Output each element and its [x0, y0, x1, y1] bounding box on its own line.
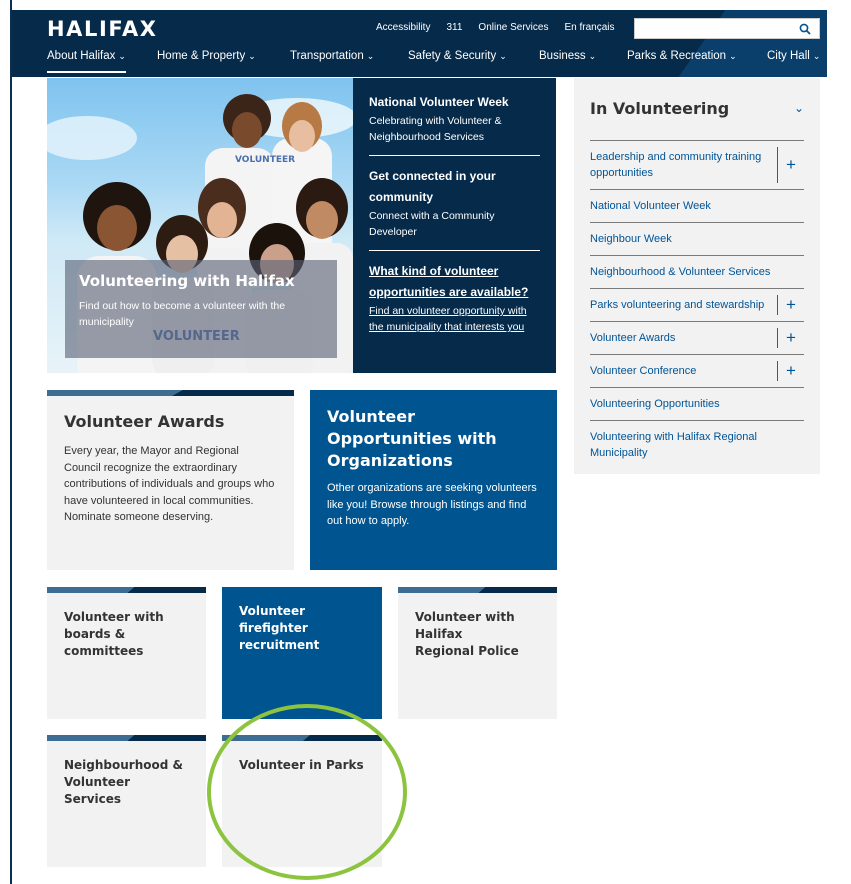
search-icon	[799, 23, 811, 35]
sidebar-item-volunteer-awards[interactable]: Volunteer Awards +	[590, 322, 804, 355]
nav-parks-recreation[interactable]: Parks & Recreation ⌄	[627, 50, 737, 77]
card-volunteer-firefighter[interactable]: Volunteer firefighter recruitment	[222, 587, 382, 719]
expand-plus-icon[interactable]: +	[777, 361, 804, 381]
feature-title: Get connected in your community	[369, 169, 496, 204]
chevron-down-icon: ⌄	[499, 51, 507, 61]
chevron-down-icon: ⌄	[248, 51, 256, 61]
nav-home-property[interactable]: Home & Property ⌄	[157, 50, 256, 77]
sidebar-item-volunteer-conference[interactable]: Volunteer Conference +	[590, 355, 804, 388]
feature-title: What kind of volunteer opportunities are…	[369, 264, 529, 299]
sidebar-item-label: Neighbourhood & Volunteer Services	[590, 266, 771, 278]
search-input[interactable]	[634, 18, 820, 39]
main-nav: About Halifax ⌄ Home & Property ⌄ Transpor…	[12, 50, 827, 77]
card-title: Volunteer Awards	[64, 412, 225, 431]
chevron-down-icon: ⌄	[812, 51, 821, 61]
hero-feature-panel: National Volunteer Week Celebrating with…	[353, 78, 556, 373]
nav-label: Home & Property	[157, 50, 246, 62]
sidebar-item-label: Leadership and community training opport…	[590, 151, 762, 179]
311-link[interactable]: 311	[446, 22, 462, 33]
nav-label: Transportation	[290, 50, 364, 62]
accessibility-link[interactable]: Accessibility	[376, 22, 430, 33]
nav-label: Parks & Recreation	[627, 50, 727, 62]
nav-label: About Halifax	[47, 50, 116, 62]
hero-caption[interactable]: Volunteering with Halifax Find out how t…	[65, 260, 337, 358]
search-button[interactable]	[791, 19, 819, 38]
sidebar-item-volunteering-opportunities[interactable]: Volunteering Opportunities	[590, 388, 804, 421]
page-left-border	[10, 0, 12, 884]
sidebar-item-neighbourhood-volunteer-services[interactable]: Neighbourhood & Volunteer Services	[590, 256, 804, 289]
chevron-down-icon: ⌄	[588, 51, 597, 61]
sidebar-item-label: Neighbour Week	[590, 233, 672, 245]
sidebar-item-label: Volunteer Awards	[590, 332, 676, 344]
sidebar-item-national-volunteer-week[interactable]: National Volunteer Week	[590, 190, 804, 223]
sidebar-item-label: Volunteer Conference	[590, 365, 697, 377]
nav-safety-security[interactable]: Safety & Security ⌄	[408, 50, 507, 77]
card-title: Neighbourhood & Volunteer Services	[64, 758, 183, 806]
sidebar-item-label: Parks volunteering and stewardship	[590, 299, 765, 311]
nav-transportation[interactable]: Transportation ⌄	[290, 50, 374, 77]
hero-caption-title: Volunteering with Halifax	[79, 272, 295, 290]
card-title: Volunteer firefighter recruitment	[239, 604, 320, 652]
sidebar-item-parks-volunteering[interactable]: Parks volunteering and stewardship +	[590, 289, 804, 322]
sidebar-item-label: Volunteering Opportunities	[590, 398, 720, 410]
halifax-logo[interactable]: HALIFAX	[47, 17, 158, 41]
feature-text: Connect with a Community Developer	[369, 210, 495, 238]
hero-caption-text: Find out how to become a volunteer with …	[79, 300, 286, 328]
card-halifax-police[interactable]: Volunteer with Halifax Regional Police	[398, 587, 557, 719]
nav-city-hall[interactable]: City Hall ⌄	[767, 50, 820, 77]
sidebar-item-volunteering-hrm[interactable]: Volunteering with Halifax Regional Munic…	[590, 421, 804, 469]
feature-title: National Volunteer Week	[369, 95, 509, 109]
feature-text: Find an volunteer opportunity with the m…	[369, 305, 527, 333]
expand-plus-icon[interactable]: +	[777, 328, 804, 348]
in-volunteering-sidebar: In Volunteering ⌄ Leadership and communi…	[574, 78, 820, 474]
site-header: HALIFAX Accessibility 311 Online Service…	[12, 10, 827, 77]
online-services-link[interactable]: Online Services	[478, 22, 548, 33]
sidebar-item-leadership-training[interactable]: Leadership and community training opport…	[590, 141, 804, 190]
card-title: Volunteer Opportunities with Organizatio…	[327, 407, 497, 470]
nav-label: City Hall	[767, 50, 810, 62]
sidebar-item-label: Volunteering with Halifax Regional Munic…	[590, 431, 757, 459]
chevron-down-icon: ⌄	[793, 101, 804, 115]
feature-national-volunteer-week[interactable]: National Volunteer Week Celebrating with…	[369, 92, 540, 156]
chevron-down-icon: ⌄	[366, 51, 375, 61]
nav-about-halifax[interactable]: About Halifax ⌄	[47, 50, 126, 77]
card-title: Volunteer with Halifax Regional Police	[415, 610, 519, 658]
card-neighbourhood-volunteer-services[interactable]: Neighbourhood & Volunteer Services	[47, 735, 206, 867]
nav-label: Business	[539, 50, 586, 62]
feature-text: Celebrating with Volunteer & Neighbourho…	[369, 115, 502, 143]
card-description: Other organizations are seeking voluntee…	[327, 482, 537, 527]
card-boards-committees[interactable]: Volunteer with boards & committees	[47, 587, 206, 719]
card-title: Volunteer with boards & committees	[64, 610, 164, 658]
expand-plus-icon[interactable]: +	[777, 295, 804, 315]
card-description: Every year, the Mayor and Regional Counc…	[64, 445, 275, 523]
feature-get-connected[interactable]: Get connected in your community Connect …	[369, 166, 540, 251]
shirt-print-text: VOLUNTEER	[235, 155, 295, 165]
utility-nav: Accessibility 311 Online Services En fra…	[376, 22, 630, 33]
highlight-circle-annotation	[207, 704, 407, 880]
sidebar-title: In Volunteering	[590, 98, 730, 118]
chevron-down-icon: ⌄	[729, 51, 737, 61]
sidebar-header[interactable]: In Volunteering ⌄	[590, 94, 804, 141]
french-language-link[interactable]: En français	[564, 22, 614, 33]
expand-plus-icon[interactable]: +	[777, 147, 804, 183]
hero-volunteers-photo[interactable]: VOLUNTEER VOLUNTEER Volunteering with Ha…	[47, 78, 353, 373]
card-volunteer-opportunities-organizations[interactable]: Volunteer Opportunities with Organizatio…	[310, 390, 557, 570]
sidebar-item-label: National Volunteer Week	[590, 200, 711, 212]
sidebar-item-neighbour-week[interactable]: Neighbour Week	[590, 223, 804, 256]
chevron-down-icon: ⌄	[118, 51, 126, 61]
card-volunteer-awards[interactable]: Volunteer Awards Every year, the Mayor a…	[47, 390, 294, 570]
feature-volunteer-opportunities[interactable]: What kind of volunteer opportunities are…	[369, 261, 540, 345]
nav-business[interactable]: Business ⌄	[539, 50, 596, 77]
nav-label: Safety & Security	[408, 50, 497, 62]
